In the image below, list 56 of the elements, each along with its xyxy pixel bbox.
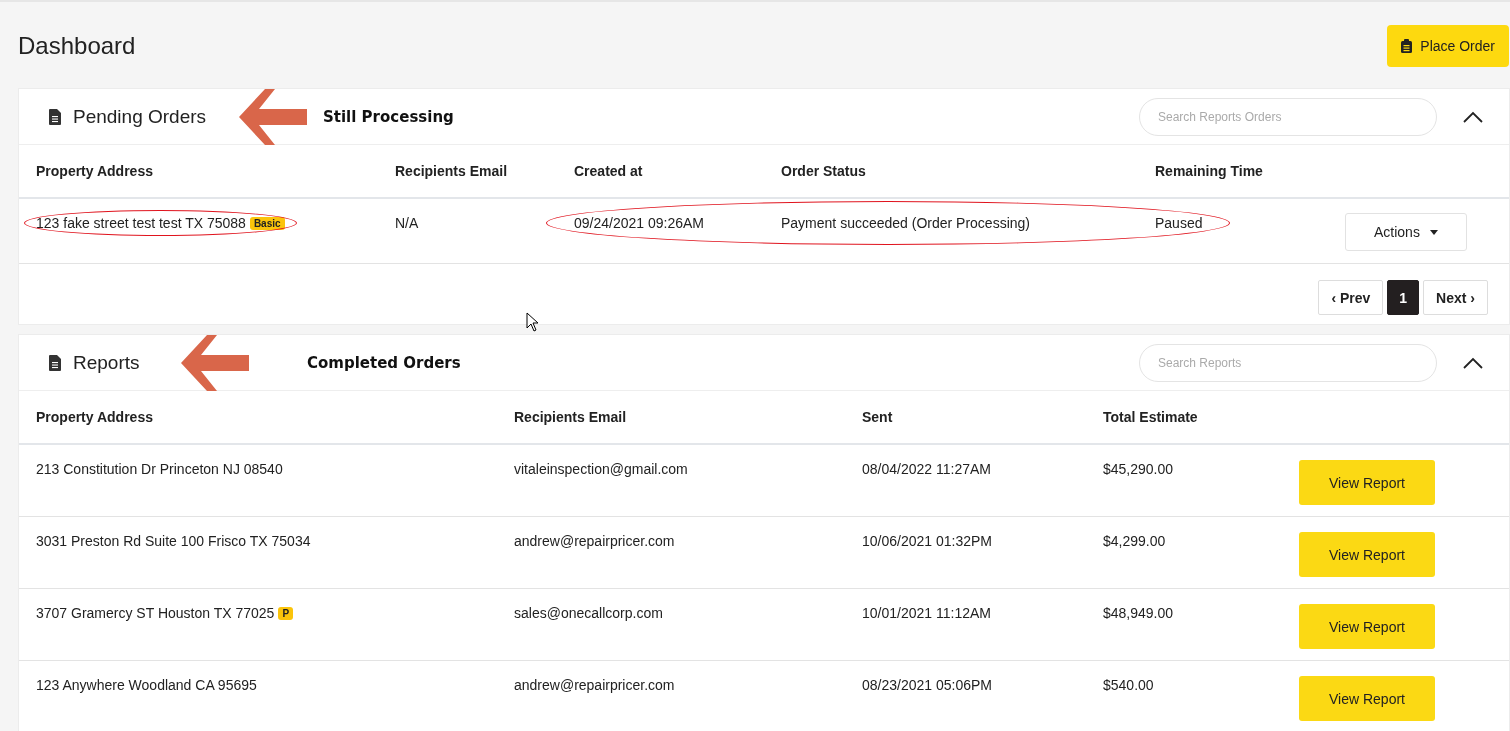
column-header: Recipients Email bbox=[395, 163, 509, 179]
table-cell: $48,949.00 bbox=[1103, 605, 1174, 621]
table-cell: 123 fake street test test TX 75088 bbox=[36, 215, 246, 231]
column-header: Remaining Time bbox=[1155, 163, 1264, 179]
table-cell: 3707 Gramercy ST Houston TX 77025 bbox=[36, 605, 275, 621]
table-cell: $45,290.00 bbox=[1103, 461, 1174, 477]
page-title: Dashboard bbox=[18, 32, 136, 60]
previous-page-button[interactable]: ‹ Prev bbox=[1318, 280, 1384, 315]
view-report-button[interactable]: View Report bbox=[1299, 604, 1435, 649]
table-cell: 08/23/2021 05:06PM bbox=[862, 677, 992, 693]
column-header: Order Status bbox=[781, 163, 867, 179]
annotation-text: Completed Orders bbox=[307, 353, 461, 372]
column-header: Property Address bbox=[36, 163, 154, 179]
table-cell: 213 Constitution Dr Princeton NJ 08540 bbox=[36, 461, 283, 477]
column-header: Created at bbox=[574, 163, 644, 179]
annotation-arrow bbox=[181, 334, 251, 391]
table-cell: andrew@repairpricer.com bbox=[514, 533, 675, 549]
search-field[interactable]: Search Reports Orders bbox=[1139, 97, 1437, 136]
place-order-button[interactable]: Place Order bbox=[1387, 25, 1509, 67]
panel-title: Pending Orders bbox=[73, 105, 207, 128]
table-cell: vitaleinspection@gmail.com bbox=[514, 461, 688, 477]
table-cell: 10/06/2021 01:32PM bbox=[862, 533, 992, 549]
plan-badge: Basic bbox=[249, 216, 285, 230]
table-cell: 09/24/2021 09:26AM bbox=[574, 215, 704, 231]
table-cell: 3031 Preston Rd Suite 100 Frisco TX 75034 bbox=[36, 533, 311, 549]
column-header: Recipients Email bbox=[514, 409, 628, 425]
table-cell: Paused bbox=[1155, 215, 1203, 231]
panel-title: Reports bbox=[73, 351, 140, 374]
clipboard-icon bbox=[1401, 39, 1413, 53]
document-icon bbox=[49, 354, 61, 371]
column-header: Property Address bbox=[36, 409, 154, 425]
page-number-button[interactable]: 1 bbox=[1387, 280, 1420, 315]
view-report-button[interactable]: View Report bbox=[1299, 460, 1435, 505]
table-cell: 123 Anywhere Woodland CA 95695 bbox=[36, 677, 257, 693]
view-report-button[interactable]: View Report bbox=[1299, 676, 1435, 721]
view-report-button[interactable]: View Report bbox=[1299, 532, 1435, 577]
chevron-up-icon bbox=[1463, 110, 1483, 123]
table-cell: 08/04/2022 11:27AM bbox=[862, 461, 991, 477]
table-cell: andrew@repairpricer.com bbox=[514, 677, 675, 693]
table-cell: 10/01/2021 11:12AM bbox=[862, 605, 991, 621]
table-cell: $540.00 bbox=[1103, 677, 1154, 693]
column-header: Total Estimate bbox=[1103, 409, 1199, 425]
plan-badge: P bbox=[278, 606, 294, 620]
column-header: Sent bbox=[862, 409, 894, 425]
table-cell: $4,299.00 bbox=[1103, 533, 1166, 549]
table-cell: Payment succeeded (Order Processing) bbox=[781, 215, 1030, 231]
next-page-button[interactable]: Next › bbox=[1423, 280, 1488, 315]
document-icon bbox=[49, 108, 61, 125]
chevron-up-icon bbox=[1463, 356, 1483, 369]
actions-dropdown[interactable]: Actions bbox=[1345, 213, 1467, 251]
search-field[interactable]: Search Reports bbox=[1139, 343, 1437, 382]
table-cell: N/A bbox=[395, 215, 419, 231]
annotation-arrow bbox=[239, 88, 309, 145]
caret-icon bbox=[1429, 229, 1438, 235]
table-cell: sales@onecallcorp.com bbox=[514, 605, 663, 621]
annotation-text: Still Processing bbox=[323, 107, 454, 126]
